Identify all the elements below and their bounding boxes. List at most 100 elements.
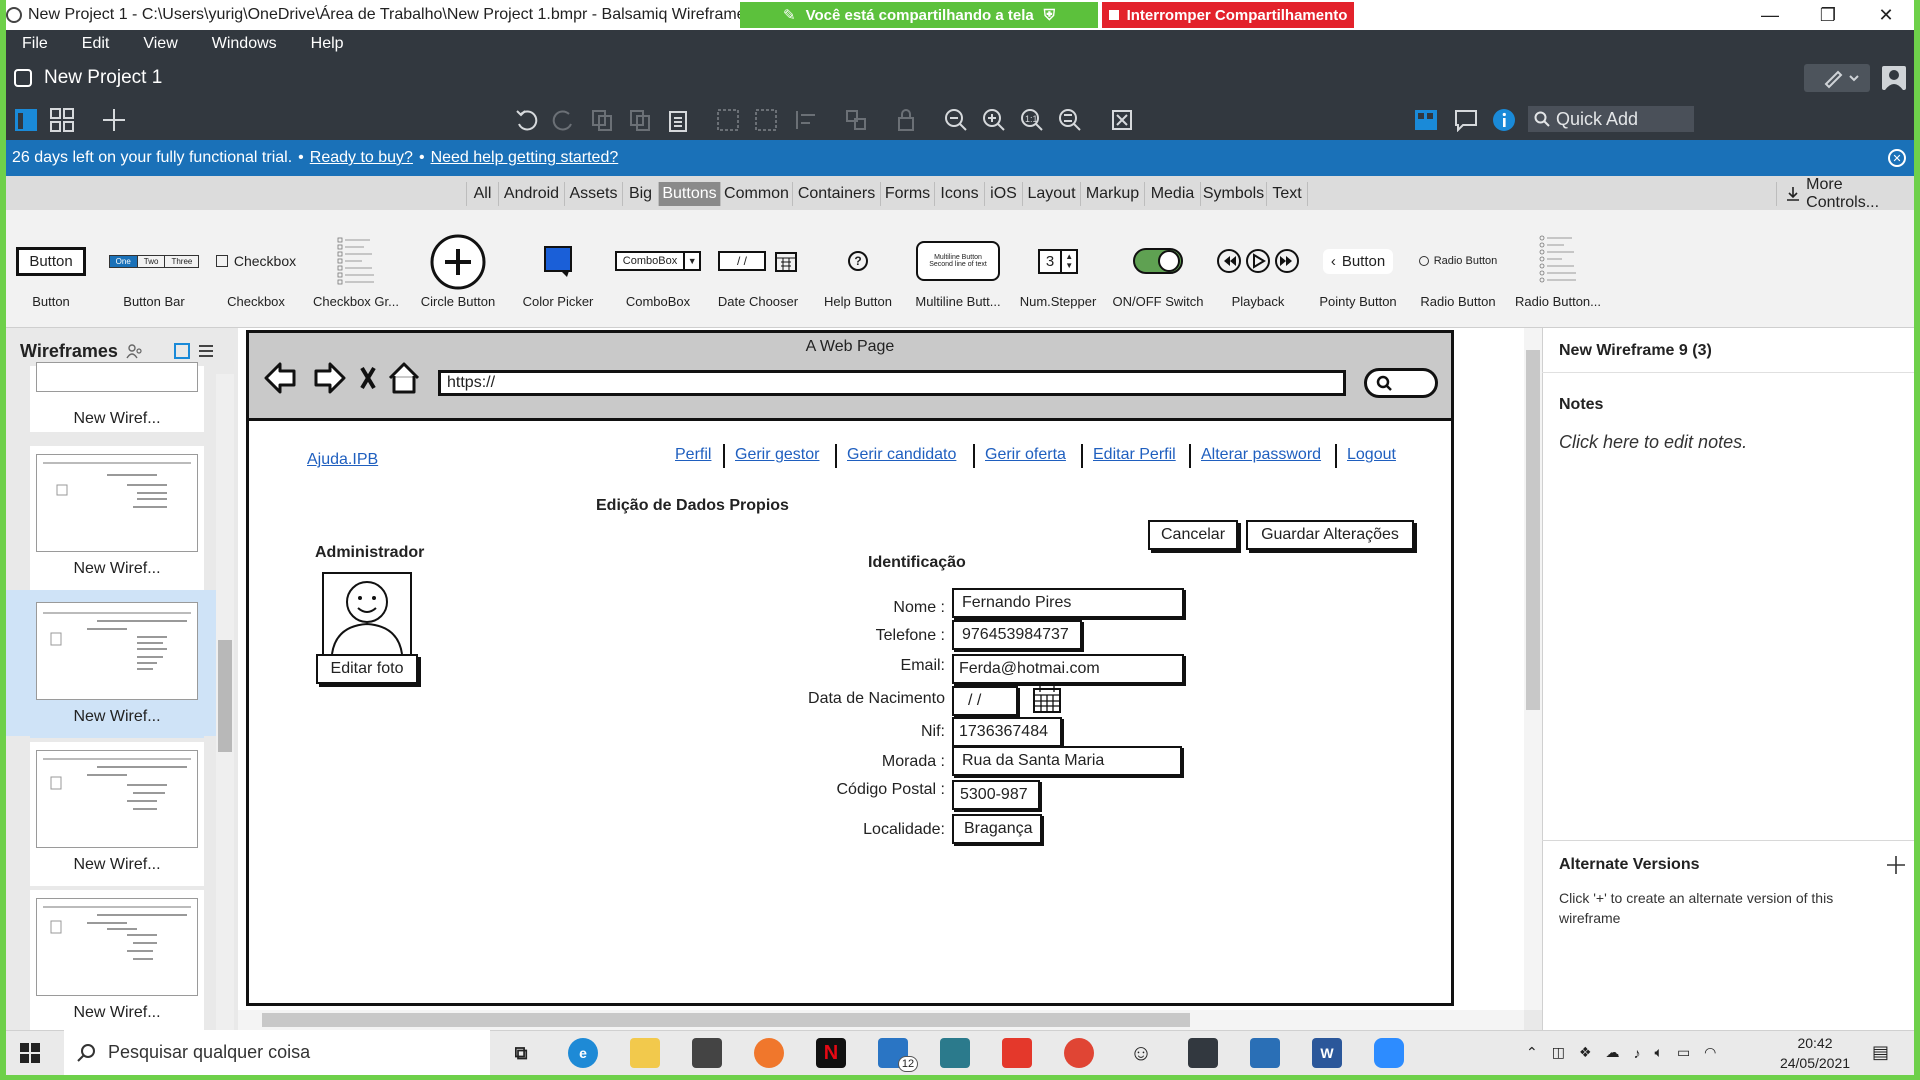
tab-all[interactable]: All [466,182,498,206]
netflix-icon[interactable]: N [816,1038,846,1068]
lib-item-pointy-button[interactable]: ‹ Button Pointy Button [1310,210,1406,328]
grid-view-icon[interactable] [48,106,76,134]
lock-icon[interactable] [892,106,920,134]
input-nome[interactable]: Fernando Pires [952,588,1184,618]
close-trial-icon[interactable]: ✕ [1888,149,1906,167]
store-icon[interactable] [692,1038,722,1068]
lib-item-onoff-switch[interactable]: ON/OFF Switch [1110,210,1206,328]
tab-text[interactable]: Text [1266,182,1308,206]
ready-to-buy-link[interactable]: Ready to buy? [310,149,413,167]
wifi-icon[interactable]: ◠ [1704,1044,1716,1061]
microphone-icon[interactable]: ♪ [1634,1045,1641,1061]
wireframe-thumb-2[interactable]: New Wiref... [30,446,204,590]
tab-symbols[interactable]: Symbols [1200,182,1266,206]
nav-gerir-oferta[interactable]: Gerir oferta [985,446,1066,464]
ui-library-toggle-icon[interactable] [1412,106,1440,134]
volume-icon[interactable]: 🔈︎ [1655,1044,1663,1061]
tab-markup[interactable]: Markup [1080,182,1144,206]
input-codigo-postal[interactable]: 5300-987 [952,780,1040,810]
battery-icon[interactable]: ▭ [1677,1044,1690,1061]
wireframe-thumb-4[interactable]: New Wiref... [30,742,204,886]
align-icon[interactable] [792,106,820,134]
arrange-icon[interactable] [842,106,870,134]
input-data-nascimento[interactable]: / / [952,686,1018,716]
edit-mode-toggle[interactable] [1804,64,1870,92]
wireframe-thumb-5[interactable]: New Wiref... [30,890,204,1034]
photos-icon[interactable] [1250,1038,1280,1068]
wireframes-scroll-thumb[interactable] [218,640,232,752]
tab-layout[interactable]: Layout [1022,182,1080,206]
word-icon[interactable]: W [1312,1038,1342,1068]
zoom-fit-icon[interactable] [1056,106,1084,134]
nav-alterar-password[interactable]: Alterar password [1201,446,1321,464]
clear-selection-icon[interactable] [1108,106,1136,134]
nav-editar-perfil[interactable]: Editar Perfil [1093,446,1176,464]
edge-icon[interactable]: e [568,1038,598,1068]
lib-item-circle-button[interactable]: Circle Button [410,210,506,328]
lib-item-checkbox-group[interactable]: Checkbox Gr... [308,210,404,328]
office-icon[interactable] [1002,1038,1032,1068]
restore-button[interactable]: ❐ [1800,0,1856,30]
clock[interactable]: 20:42 24/05/2021 [1770,1030,1860,1075]
nav-gerir-candidato[interactable]: Gerir candidato [847,446,956,464]
nav-perfil[interactable]: Perfil [675,446,711,464]
stop-share-button[interactable]: Interromper Compartilhamento [1102,2,1354,28]
tab-forms[interactable]: Forms [880,182,934,206]
task-view-icon[interactable]: ⧉ [506,1038,536,1068]
notes-editor[interactable]: Click here to edit notes. [1559,432,1747,453]
tab-big[interactable]: Big [622,182,658,206]
chevron-up-icon[interactable]: ⌃ [1526,1044,1538,1061]
ungroup-icon[interactable] [752,106,780,134]
tab-common[interactable]: Common [720,182,792,206]
browser-search-pill[interactable] [1364,368,1438,398]
dropbox-icon[interactable]: ❖ [1579,1044,1592,1061]
meet-now-icon[interactable]: ◫ [1552,1044,1565,1061]
menu-windows[interactable]: Windows [212,35,277,53]
lib-item-date-chooser[interactable]: / / Date Chooser [710,210,806,328]
save-changes-button[interactable]: Guardar Alterações [1246,520,1414,550]
menu-edit[interactable]: Edit [82,35,110,53]
site-link-ajuda[interactable]: Ajuda.IPB [307,451,378,469]
comments-icon[interactable] [1452,106,1480,134]
onedrive-icon[interactable]: ☁ [1606,1044,1620,1061]
tab-media[interactable]: Media [1144,182,1200,206]
wireframe-thumb-1[interactable]: New Wiref... [30,362,204,432]
lib-item-help-button[interactable]: ? Help Button [810,210,906,328]
input-nif[interactable]: 1736367484 [952,717,1062,747]
lib-item-button[interactable]: Button Button [6,210,96,328]
file-explorer-icon[interactable] [630,1038,660,1068]
single-view-icon[interactable] [12,106,40,134]
duplicate-icon[interactable] [626,106,654,134]
input-localidade[interactable]: Bragança [952,814,1042,844]
zoom-icon[interactable] [1374,1038,1404,1068]
lib-item-checkbox[interactable]: Checkbox Checkbox [206,210,306,328]
zoom-in-icon[interactable] [980,106,1008,134]
balsamiq-icon[interactable] [1188,1038,1218,1068]
group-icon[interactable] [714,106,742,134]
firefox-icon[interactable] [754,1038,784,1068]
photos-app-icon[interactable] [940,1038,970,1068]
tab-ios[interactable]: iOS [984,182,1022,206]
minimize-button[interactable]: — [1742,0,1798,30]
lib-item-multiline-button[interactable]: Multiline Button Second line of text Mult… [910,210,1006,328]
input-email[interactable]: Ferda@hotmai.com [952,654,1184,684]
lib-item-combobox[interactable]: ComboBox ▼ ComboBox [610,210,706,328]
canvas-vertical-scroll-thumb[interactable] [1526,350,1540,710]
tab-buttons[interactable]: Buttons [658,182,720,206]
tab-assets[interactable]: Assets [564,182,622,206]
windows-start-icon[interactable] [20,1043,40,1063]
input-morada[interactable]: Rua da Santa Maria [952,746,1182,776]
lib-item-button-bar[interactable]: One Two Three Button Bar [106,210,202,328]
chrome-icon[interactable] [1064,1038,1094,1068]
zoom-out-icon[interactable] [942,106,970,134]
paste-icon[interactable] [664,106,692,134]
notifications-icon[interactable]: ▤ [1872,1030,1889,1075]
thumbnail-view-icon[interactable] [173,343,190,359]
menu-help[interactable]: Help [311,35,344,53]
list-view-icon[interactable] [198,343,214,359]
input-telefone[interactable]: 976453984737 [952,620,1082,650]
tab-icons[interactable]: Icons [934,182,984,206]
tab-android[interactable]: Android [498,182,564,206]
cancel-button[interactable]: Cancelar [1148,520,1238,550]
help-started-link[interactable]: Need help getting started? [431,149,619,167]
